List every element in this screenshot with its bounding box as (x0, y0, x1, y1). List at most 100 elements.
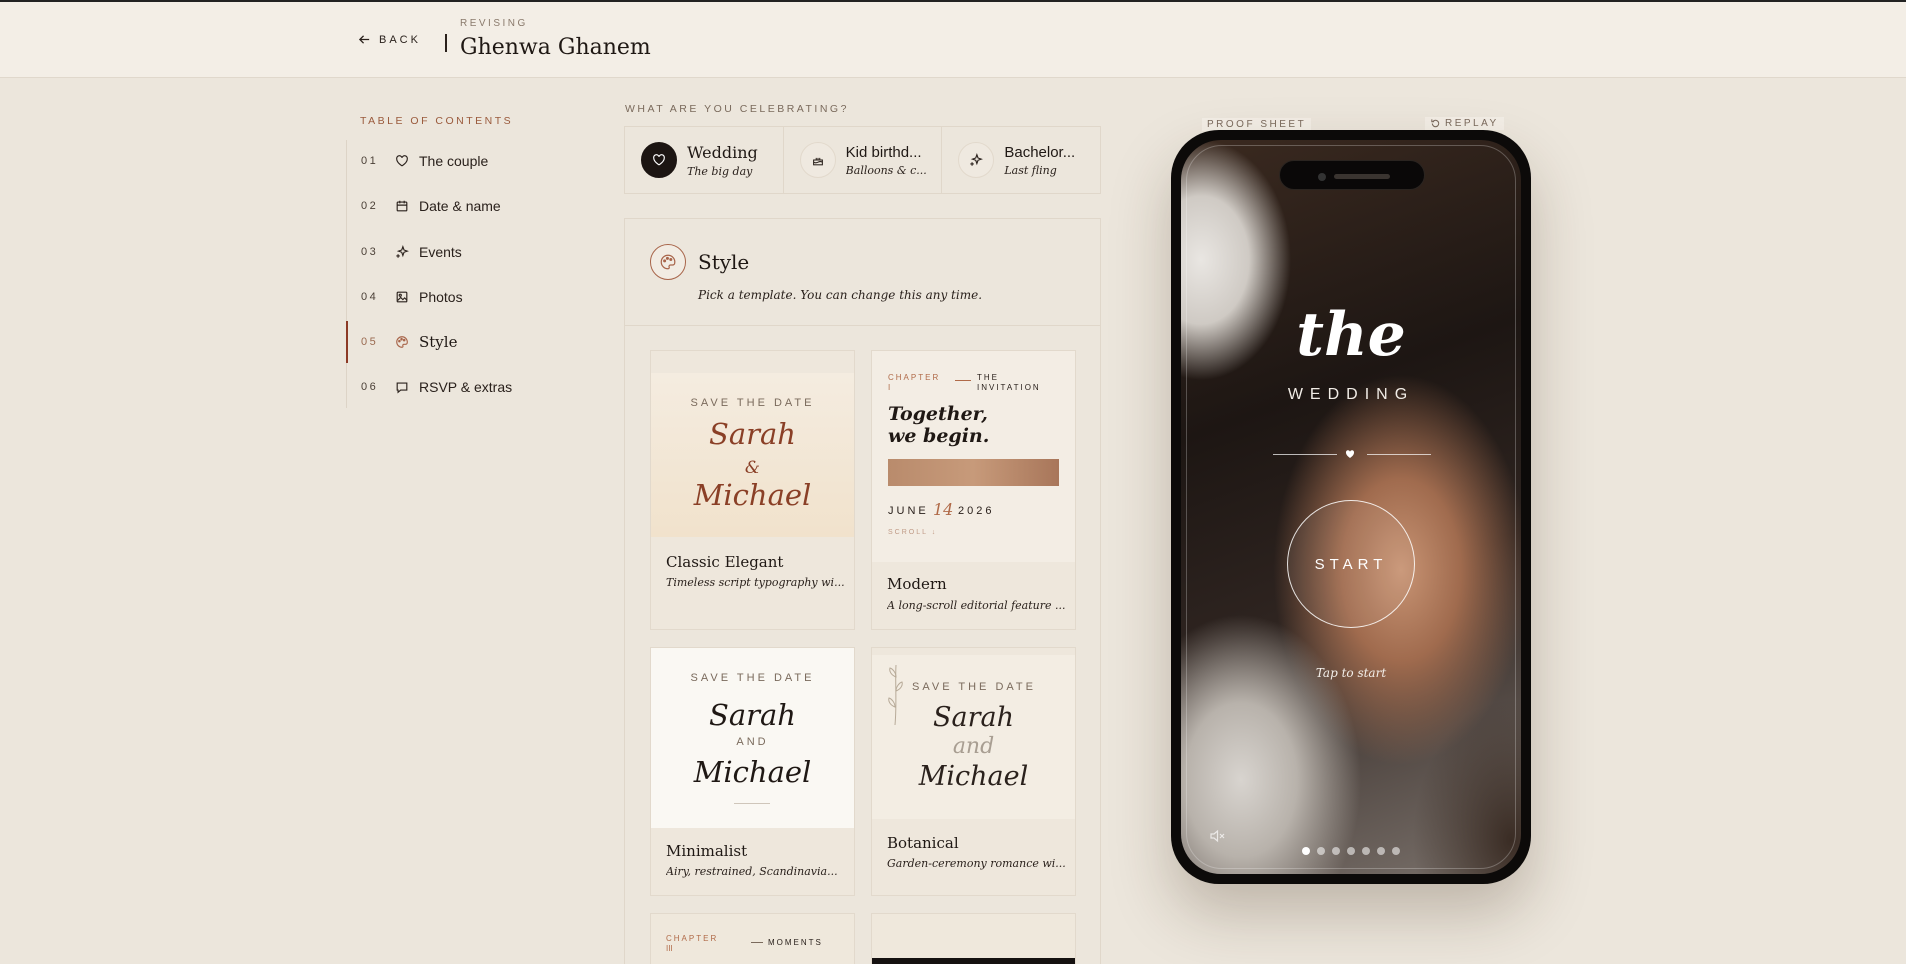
replay-label: REPLAY (1445, 118, 1499, 129)
preview-chapter: CHAPTER (888, 373, 941, 382)
preview-headline-2: we begin. (888, 425, 990, 447)
toc-item-number: 05 (361, 336, 379, 348)
template-name: Botanical (887, 834, 959, 852)
toc-item-number: 03 (361, 246, 379, 258)
mute-icon[interactable] (1209, 828, 1225, 844)
slide-dot[interactable] (1347, 847, 1355, 855)
template-name: Minimalist (666, 842, 748, 860)
phone-preview: the WEDDING START Tap to start (1171, 130, 1531, 884)
celebrate-option-title: Wedding (687, 142, 758, 162)
template-desc: Timeless script typography wi... (666, 576, 845, 589)
celebrate-option-title: Kid birthd... (845, 143, 922, 161)
page-title: Ghenwa Ghanem (460, 35, 651, 60)
toc-heading: TABLE OF CONTENTS (360, 115, 514, 127)
toc-item-number: 04 (361, 291, 379, 303)
preview-rule (955, 380, 971, 381)
preview-chapter-num: I (888, 383, 891, 392)
toc-item-number: 02 (361, 200, 379, 212)
toc-item-label: Style (419, 333, 458, 351)
template-card-classic-elegant[interactable]: SAVE THE DATE Sarah & Michael Classic El… (650, 350, 855, 630)
toc-item-label: RSVP & extras (419, 379, 513, 395)
celebrate-option-subtitle: The big day (687, 164, 753, 178)
dynamic-island (1279, 160, 1425, 190)
sparkle-icon (958, 142, 995, 178)
start-button[interactable]: START (1287, 500, 1415, 628)
preview-headline-1: Together, (888, 403, 988, 425)
preview-and: and (952, 734, 995, 759)
preview-chapter: CHAPTER (666, 934, 719, 943)
preview-the-text: the (1296, 300, 1406, 370)
preview-chapter-num: III (666, 944, 673, 953)
arrow-left-icon (358, 35, 370, 44)
slide-dot[interactable] (1332, 847, 1340, 855)
preview-rule-right (1367, 454, 1431, 455)
template-desc: A long-scroll editorial feature ... (887, 599, 1066, 612)
preview-invitation-1: THE (977, 373, 999, 382)
preview-name-1: Sarah (933, 702, 1014, 733)
preview-rule (751, 942, 763, 943)
back-button[interactable]: BACK (358, 33, 421, 46)
template-name: Classic Elegant (666, 553, 784, 571)
toc-item-style[interactable]: 05 Style (346, 320, 586, 364)
celebrate-option-wedding[interactable]: Wedding The big day (625, 127, 784, 193)
template-preview: SAVE THE DATE Sarah & Michael (651, 373, 854, 537)
preview-year: 2026 (958, 505, 995, 517)
template-card-dark[interactable] (871, 913, 1076, 964)
preview-wedding-text: WEDDING (1287, 386, 1415, 403)
slide-dot[interactable] (1392, 847, 1400, 855)
celebrate-option-title: Bachelor... (1004, 143, 1076, 161)
preview-kicker: SAVE THE DATE (912, 681, 1036, 693)
revising-label: REVISING (460, 18, 528, 29)
celebrate-option-bachelor[interactable]: Bachelor... Last fling (942, 127, 1100, 193)
replay-button[interactable]: REPLAY (1425, 117, 1504, 130)
template-card-modern[interactable]: CHAPTER I THE INVITATION Together, we be… (871, 350, 1076, 630)
slide-dot[interactable] (1362, 847, 1370, 855)
style-title: Style (698, 250, 750, 274)
palette-icon (395, 335, 409, 349)
toc-item-photos[interactable]: 04 Photos (346, 275, 586, 319)
preview-kicker: SAVE THE DATE (690, 672, 815, 684)
toc-item-the-couple[interactable]: 01 The couple (346, 139, 586, 183)
template-card-botanical[interactable]: SAVE THE DATE Sarah and Michael Botanica… (871, 647, 1076, 896)
chat-icon (395, 380, 409, 394)
toc-item-date-name[interactable]: 02 Date & name (346, 184, 586, 228)
replay-icon (1431, 119, 1440, 128)
template-desc: Garden-ceremony romance wi... (887, 857, 1066, 870)
toc-item-label: Photos (419, 289, 463, 305)
template-preview: SAVE THE DATE Sarah and Michael (872, 655, 1075, 819)
style-panel: Style Pick a template. You can change th… (624, 218, 1101, 964)
toc-item-events[interactable]: 03 Events (346, 230, 586, 274)
preview-and: AND (736, 736, 769, 748)
template-desc: Airy, restrained, Scandinavia... (666, 865, 838, 878)
back-label: BACK (379, 33, 421, 46)
slide-dot[interactable] (1302, 847, 1310, 855)
preview-name-1: Sarah (709, 417, 796, 451)
slide-dot[interactable] (1377, 847, 1385, 855)
toc-item-number: 01 (361, 155, 379, 167)
preview-name-1: Sarah (709, 698, 796, 732)
sparkle-icon (395, 245, 409, 259)
preview-rule (734, 803, 770, 804)
toc-item-rsvp-extras[interactable]: 06 RSVP & extras (346, 365, 586, 409)
toc-item-label: The couple (419, 153, 489, 169)
preview-invitation-2: INVITATION (977, 383, 1041, 392)
preview-kicker: SAVE THE DATE (690, 397, 815, 409)
preview-scroll: SCROLL ↓ (888, 529, 938, 536)
celebrate-heading: WHAT ARE YOU CELEBRATING? (625, 103, 849, 115)
template-card-chapter[interactable]: CHAPTER III MOMENTS (650, 913, 855, 964)
toc-item-label: Events (419, 244, 462, 260)
slide-dot[interactable] (1317, 847, 1325, 855)
cake-icon (799, 142, 836, 178)
template-preview: CHAPTER I THE INVITATION Together, we be… (872, 351, 1075, 562)
preview-moments: MOMENTS (768, 938, 823, 947)
slide-dots (1181, 847, 1521, 855)
toc-item-number: 06 (361, 381, 379, 393)
celebrate-option-kid-birthday[interactable]: Kid birthd... Balloons & c... (784, 127, 943, 193)
template-card-minimalist[interactable]: SAVE THE DATE Sarah AND Michael Minimali… (650, 647, 855, 896)
preview-month: JUNE (888, 505, 929, 517)
celebrate-option-subtitle: Last fling (1004, 163, 1057, 177)
divider (445, 34, 447, 52)
template-preview-dark (872, 958, 1075, 964)
celebrate-option-subtitle: Balloons & c... (845, 163, 927, 177)
preview-day: 14 (933, 500, 954, 519)
